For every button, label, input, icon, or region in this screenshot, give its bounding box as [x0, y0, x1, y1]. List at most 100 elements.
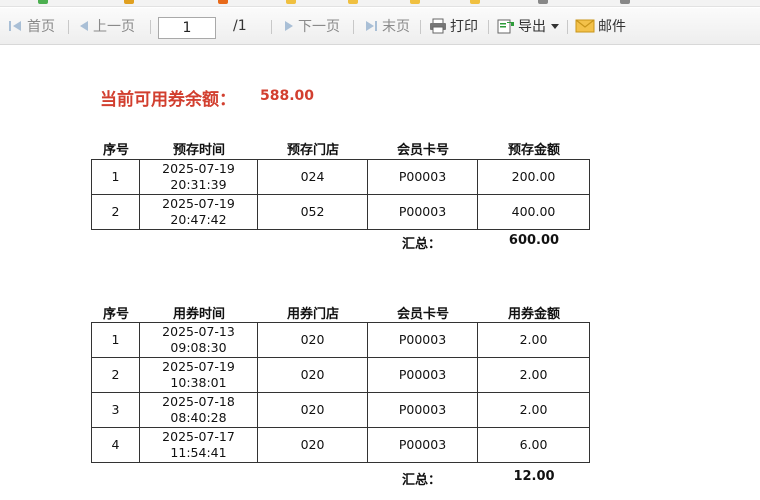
- column-header: 用券时间: [172, 307, 225, 322]
- table-row: 2 2025-07-19 10:38:01 020 P00003 2.00: [91, 357, 590, 393]
- amount-cell: 2.00: [477, 392, 590, 428]
- amount-cell: 2.00: [477, 322, 590, 358]
- column-header: 序号: [102, 307, 129, 322]
- column-header: 用券门店: [286, 307, 339, 322]
- card-cell: P00003: [367, 392, 478, 428]
- column-header: 序号: [102, 143, 129, 158]
- table-row: 3 2025-07-18 08:40:28 020 P00003 2.00: [91, 392, 590, 428]
- report-toolbar: 首页 上一页 1 /1 下一页 末页 打印 导出 邮件: [0, 8, 760, 45]
- export-icon: [497, 19, 514, 34]
- column-header: 预存金额: [507, 143, 560, 158]
- row-number: 1: [91, 322, 140, 358]
- print-label: 打印: [450, 19, 478, 35]
- clipped-icon: [410, 0, 420, 4]
- balance-value: 588.00: [260, 88, 315, 104]
- next-page-icon: [285, 21, 293, 31]
- time-text: 10:38:01: [170, 375, 227, 390]
- mail-icon: [575, 19, 595, 33]
- page-total: /1: [233, 8, 247, 44]
- toolbar-divider: [353, 20, 354, 34]
- datetime-cell: 2025-07-13 09:08:30: [139, 322, 258, 358]
- card-cell: P00003: [367, 194, 478, 230]
- page-number-input[interactable]: 1: [158, 17, 216, 39]
- toolbar-divider: [420, 20, 421, 34]
- table-row: 2 2025-07-19 20:47:42 052 P00003 400.00: [91, 194, 590, 230]
- print-button[interactable]: 打印: [429, 8, 478, 44]
- time-text: 09:08:30: [170, 340, 227, 355]
- store-cell: 020: [257, 392, 368, 428]
- store-cell: 020: [257, 322, 368, 358]
- last-page-button[interactable]: 末页: [363, 8, 410, 44]
- card-cell: P00003: [367, 427, 478, 463]
- clipped-icon: [348, 0, 358, 4]
- row-number: 4: [91, 427, 140, 463]
- store-cell: 020: [257, 427, 368, 463]
- time-text: 08:40:28: [170, 410, 227, 425]
- column-header: 会员卡号: [396, 143, 449, 158]
- clipped-icon: [124, 0, 134, 4]
- card-cell: P00003: [367, 322, 478, 358]
- prev-page-icon: [80, 21, 88, 31]
- next-page-label: 下一页: [298, 19, 340, 35]
- toolbar-divider: [488, 20, 489, 34]
- datetime-cell: 2025-07-19 20:47:42: [139, 194, 258, 230]
- printer-icon: [430, 18, 446, 34]
- date-text: 2025-07-19: [162, 359, 235, 374]
- dropdown-arrow-icon: [551, 24, 559, 29]
- deposit-table: 1 2025-07-19 20:31:39 024 P00003 200.00 2…: [91, 159, 590, 230]
- column-header: 预存时间: [172, 143, 225, 158]
- top-clipped-bar: [0, 0, 760, 7]
- row-number: 1: [91, 159, 140, 195]
- usage-table: 1 2025-07-13 09:08:30 020 P00003 2.00 2 2…: [91, 322, 590, 463]
- row-number: 2: [91, 194, 140, 230]
- prev-page-label: 上一页: [93, 19, 135, 35]
- first-page-label: 首页: [27, 19, 55, 35]
- last-page-label: 末页: [382, 19, 410, 35]
- mail-button[interactable]: 邮件: [575, 8, 626, 44]
- datetime-cell: 2025-07-19 20:31:39: [139, 159, 258, 195]
- clipped-icon: [620, 0, 630, 4]
- balance-label: 当前可用券余额：: [100, 90, 236, 110]
- date-text: 2025-07-13: [162, 324, 235, 339]
- first-page-button[interactable]: 首页: [8, 8, 55, 44]
- datetime-cell: 2025-07-18 08:40:28: [139, 392, 258, 428]
- clipped-icon: [286, 0, 296, 4]
- datetime-cell: 2025-07-17 11:54:41: [139, 427, 258, 463]
- time-text: 20:31:39: [170, 177, 227, 192]
- column-header: 预存门店: [286, 143, 339, 158]
- toolbar-divider: [150, 20, 151, 34]
- clipped-icon: [538, 0, 548, 4]
- table-row: 1 2025-07-13 09:08:30 020 P00003 2.00: [91, 322, 590, 358]
- clipped-icon: [218, 0, 228, 4]
- column-header: 会员卡号: [396, 307, 449, 322]
- card-cell: P00003: [367, 357, 478, 393]
- date-text: 2025-07-19: [162, 161, 235, 176]
- datetime-cell: 2025-07-19 10:38:01: [139, 357, 258, 393]
- amount-cell: 200.00: [477, 159, 590, 195]
- date-text: 2025-07-17: [162, 429, 235, 444]
- amount-cell: 400.00: [477, 194, 590, 230]
- row-number: 3: [91, 392, 140, 428]
- date-text: 2025-07-19: [162, 196, 235, 211]
- table-row: 1 2025-07-19 20:31:39 024 P00003 200.00: [91, 159, 590, 195]
- last-page-icon: [366, 21, 377, 31]
- amount-cell: 6.00: [477, 427, 590, 463]
- time-text: 11:54:41: [170, 445, 227, 460]
- clipped-icon: [470, 0, 480, 4]
- store-cell: 052: [257, 194, 368, 230]
- store-cell: 024: [257, 159, 368, 195]
- report-page: 当前可用券余额： 588.00 序号 预存时间 预存门店 会员卡号 预存金额 1…: [0, 45, 760, 500]
- toolbar-divider: [567, 20, 568, 34]
- time-text: 20:47:42: [170, 212, 227, 227]
- toolbar-divider: [271, 20, 272, 34]
- column-header: 用券金额: [507, 307, 560, 322]
- toolbar-divider: [68, 20, 69, 34]
- card-cell: P00003: [367, 159, 478, 195]
- next-page-button[interactable]: 下一页: [283, 8, 340, 44]
- deposit-total-label: 汇总：: [402, 237, 442, 252]
- export-label: 导出: [518, 19, 546, 35]
- usage-total-value: 12.00: [513, 469, 555, 484]
- clipped-icon: [38, 0, 48, 4]
- prev-page-button[interactable]: 上一页: [78, 8, 135, 44]
- export-button[interactable]: 导出: [497, 8, 560, 44]
